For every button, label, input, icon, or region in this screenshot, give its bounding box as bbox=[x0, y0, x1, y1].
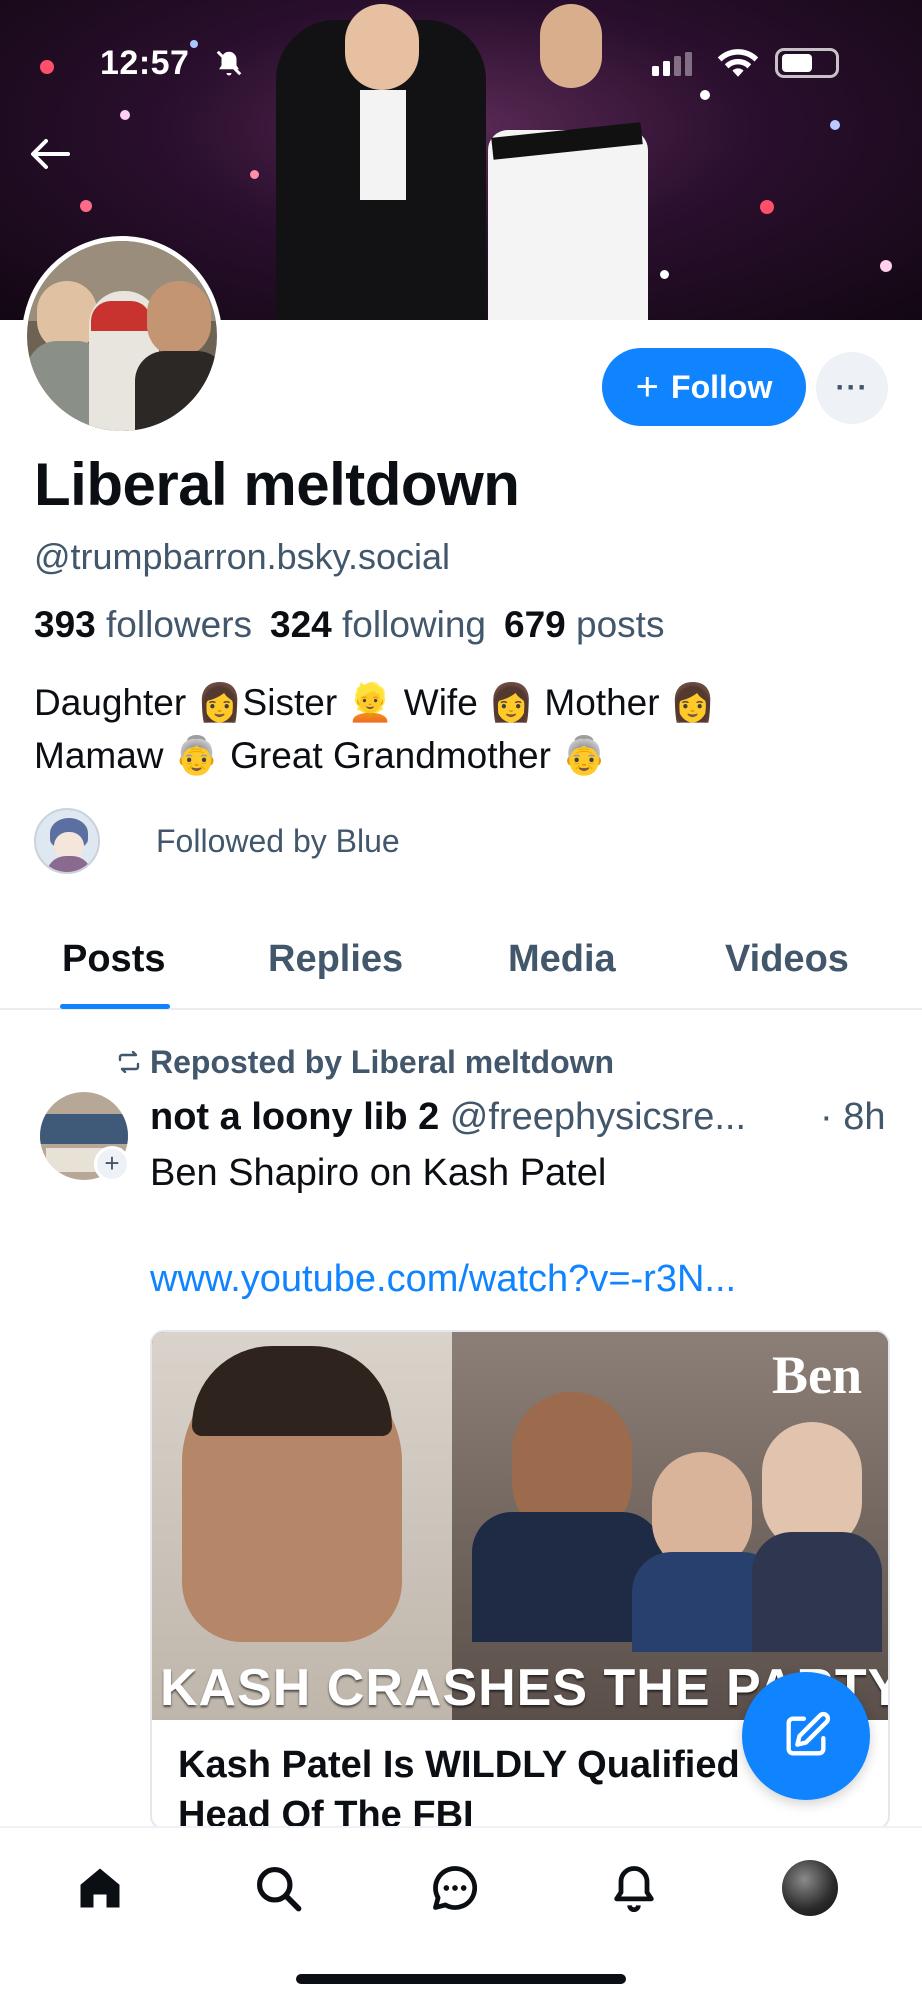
followers-label: followers bbox=[106, 604, 253, 645]
followed-by-text: Followed by Blue bbox=[156, 822, 400, 859]
ellipsis-icon: ··· bbox=[835, 371, 869, 404]
profile-stats: 393 followers 324 following 679 posts bbox=[34, 604, 664, 646]
arrow-left-icon bbox=[31, 139, 70, 169]
link-preview-thumbnail: Ben KASH CRASHES THE PARTY bbox=[152, 1332, 888, 1720]
profile-avatar[interactable] bbox=[22, 236, 222, 436]
home-icon bbox=[80, 1868, 120, 1908]
post-author-handle[interactable]: @freephysicsre... bbox=[450, 1096, 746, 1138]
posts-stat: 679 posts bbox=[504, 604, 664, 645]
status-time: 12:57 bbox=[100, 44, 190, 82]
bottom-nav bbox=[0, 1826, 922, 2000]
chat-icon bbox=[433, 1866, 478, 1910]
nav-home[interactable] bbox=[70, 1858, 130, 1918]
tab-media[interactable]: Media bbox=[508, 938, 616, 981]
post-link[interactable]: www.youtube.com/watch?v=-r3N... bbox=[150, 1258, 736, 1301]
post-header: not a loony lib 2 @freephysicsre... bbox=[150, 1096, 746, 1139]
thumbnail-brand-text: Ben bbox=[771, 1345, 862, 1405]
followers-count: 393 bbox=[34, 604, 96, 645]
posts-label: posts bbox=[576, 604, 665, 645]
following-link[interactable]: 324 following bbox=[270, 604, 486, 645]
profile-tabs: Posts Replies Media Videos bbox=[0, 920, 922, 1010]
posts-count: 679 bbox=[504, 604, 566, 645]
profile-avatar bbox=[782, 1860, 838, 1916]
compose-icon bbox=[786, 1711, 831, 1756]
battery-icon bbox=[775, 48, 839, 78]
following-count: 324 bbox=[270, 604, 332, 645]
repost-label[interactable]: Reposted by Liberal meltdown bbox=[116, 1044, 614, 1081]
follow-button-label: Follow bbox=[671, 368, 773, 405]
signal-icon bbox=[650, 52, 694, 81]
banner-figure-man-shirt bbox=[360, 90, 406, 200]
compose-button[interactable] bbox=[742, 1672, 870, 1800]
tab-replies[interactable]: Replies bbox=[268, 938, 403, 981]
following-label: following bbox=[342, 604, 487, 645]
repost-icon bbox=[116, 1044, 142, 1081]
follow-author-plus-button[interactable]: + bbox=[94, 1146, 130, 1182]
follow-button[interactable]: + Follow bbox=[602, 348, 806, 426]
follower-avatar bbox=[34, 808, 100, 874]
nav-notifications[interactable] bbox=[604, 1858, 664, 1918]
repost-text: Reposted by Liberal meltdown bbox=[150, 1044, 615, 1080]
wifi-icon bbox=[716, 46, 760, 85]
tab-posts[interactable]: Posts bbox=[62, 938, 165, 981]
post-text: Ben Shapiro on Kash Patel bbox=[150, 1152, 607, 1194]
more-options-button[interactable]: ··· bbox=[816, 352, 888, 424]
followed-by-row[interactable]: Followed by Blue bbox=[34, 808, 400, 874]
profile-bio: Daughter 👩Sister 👱 Wife 👩 Mother 👩 Mamaw… bbox=[34, 676, 894, 782]
nav-profile[interactable] bbox=[780, 1858, 840, 1918]
banner-figure-woman bbox=[488, 130, 648, 320]
plus-icon: + bbox=[635, 365, 660, 409]
bio-line-2: Mamaw 👵 Great Grandmother 👵 bbox=[34, 735, 608, 776]
active-tab-indicator bbox=[60, 1004, 170, 1009]
back-button[interactable] bbox=[28, 136, 78, 176]
status-bar: 12:57 bbox=[0, 44, 922, 84]
profile-handle: @trumpbarron.bsky.social bbox=[34, 536, 451, 577]
bell-slash-icon bbox=[214, 48, 244, 83]
bio-line-1: Daughter 👩Sister 👱 Wife 👩 Mother 👩 bbox=[34, 682, 716, 723]
home-indicator bbox=[296, 1974, 626, 1984]
post-author-name[interactable]: not a loony lib 2 bbox=[150, 1096, 439, 1138]
nav-chat[interactable] bbox=[425, 1858, 485, 1918]
bell-icon bbox=[614, 1866, 654, 1913]
post-time[interactable]: · 8h bbox=[820, 1096, 885, 1139]
search-icon bbox=[256, 1866, 302, 1912]
tab-videos[interactable]: Videos bbox=[725, 938, 849, 981]
nav-search[interactable] bbox=[248, 1858, 308, 1918]
followers-link[interactable]: 393 followers bbox=[34, 604, 252, 645]
profile-display-name: Liberal meltdown bbox=[34, 451, 520, 518]
